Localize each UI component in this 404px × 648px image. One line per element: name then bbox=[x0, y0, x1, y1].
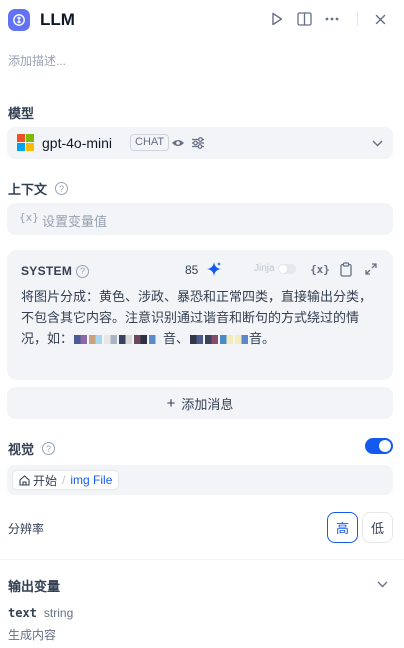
char-count: 85 bbox=[185, 263, 199, 277]
eye-icon[interactable] bbox=[171, 136, 185, 150]
split-view-icon[interactable] bbox=[295, 10, 313, 28]
redacted-mosaic bbox=[89, 335, 103, 345]
section-divider bbox=[0, 559, 404, 560]
more-icon[interactable] bbox=[323, 10, 341, 28]
jinja-label: Jinja bbox=[254, 263, 275, 274]
system-prompt-editor[interactable]: SYSTEM ? 85 Jinja {x} 将图片分成：黄色、涉政、暴恐和正常四… bbox=[7, 250, 393, 380]
close-icon[interactable] bbox=[371, 10, 389, 28]
context-placeholder: 设置变量值 bbox=[42, 214, 108, 229]
model-section-label: 模型 bbox=[8, 103, 34, 122]
file-source-label: 开始 bbox=[33, 473, 58, 488]
redacted-mosaic bbox=[149, 335, 163, 345]
insert-variable-icon[interactable]: {x} bbox=[310, 262, 330, 276]
variable-icon: {x} bbox=[19, 211, 39, 224]
header-divider bbox=[357, 12, 358, 26]
output-variables-title[interactable]: 输出变量 bbox=[8, 576, 60, 595]
context-section-label: 上下文 ? bbox=[8, 179, 69, 198]
context-variable-selector[interactable]: {x} 设置变量值 bbox=[7, 203, 393, 235]
resolution-label: 分辨率 bbox=[8, 522, 45, 536]
redacted-mosaic bbox=[74, 335, 88, 345]
jinja-toggle[interactable]: Jinja bbox=[254, 263, 296, 274]
system-prompt-text[interactable]: 将图片分成：黄色、涉政、暴恐和正常四类，直接输出分类，不包含其它内容。注意识别通… bbox=[21, 286, 383, 349]
run-icon[interactable] bbox=[268, 10, 286, 28]
redacted-mosaic bbox=[119, 335, 133, 345]
add-message-label: 添加消息 bbox=[181, 396, 234, 412]
microsoft-logo-icon bbox=[17, 134, 35, 152]
expand-icon[interactable] bbox=[364, 262, 378, 276]
redacted-mosaic bbox=[134, 335, 148, 345]
help-icon[interactable]: ? bbox=[76, 264, 90, 278]
clipboard-icon[interactable] bbox=[339, 261, 353, 277]
redacted-mosaic bbox=[104, 335, 118, 345]
file-variable-name: img File bbox=[70, 473, 113, 487]
output-variable: text string bbox=[8, 606, 73, 620]
system-role-text: SYSTEM bbox=[21, 264, 73, 278]
node-header: LLM bbox=[0, 0, 404, 40]
chevron-down-icon[interactable] bbox=[370, 136, 384, 150]
system-role-label: SYSTEM ? bbox=[21, 264, 90, 278]
settings-sliders-icon[interactable] bbox=[191, 136, 205, 150]
resolution-low-button[interactable]: 低 bbox=[362, 512, 393, 543]
help-icon[interactable]: ? bbox=[55, 182, 69, 195]
model-selector[interactable]: gpt-4o-mini CHAT bbox=[7, 127, 393, 159]
description-input[interactable]: 添加描述... bbox=[8, 52, 66, 69]
output-var-description: 生成内容 bbox=[8, 628, 57, 642]
model-name: gpt-4o-mini bbox=[42, 135, 113, 151]
output-var-name: text bbox=[8, 606, 37, 620]
help-icon[interactable]: ? bbox=[42, 442, 56, 455]
node-title[interactable]: LLM bbox=[40, 9, 75, 31]
vision-toggle[interactable] bbox=[365, 438, 393, 454]
output-var-type: string bbox=[43, 606, 74, 620]
vision-file-selector[interactable]: 开始 / img File bbox=[7, 465, 393, 495]
vision-section-label: 视觉 ? bbox=[8, 439, 56, 458]
mode-badge: CHAT bbox=[130, 134, 170, 151]
file-separator: / bbox=[62, 473, 66, 487]
redacted-mosaic bbox=[220, 335, 234, 345]
chevron-down-icon[interactable] bbox=[377, 576, 391, 590]
redacted-mosaic bbox=[205, 335, 219, 345]
llm-node-icon bbox=[8, 9, 30, 31]
jinja-switch[interactable] bbox=[277, 263, 296, 274]
home-icon bbox=[19, 474, 30, 486]
model-label: 模型 bbox=[8, 106, 35, 121]
vision-label: 视觉 bbox=[8, 442, 35, 457]
resolution-high-button[interactable]: 高 bbox=[327, 512, 358, 543]
plus-icon: + bbox=[166, 394, 176, 412]
context-label: 上下文 bbox=[8, 182, 48, 197]
redacted-mosaic bbox=[235, 335, 249, 345]
sparkle-generate-icon[interactable] bbox=[206, 261, 222, 277]
file-variable-tag[interactable]: 开始 / img File bbox=[12, 470, 120, 490]
prompt-text-part: 音、 bbox=[163, 331, 190, 346]
add-message-button[interactable]: + 添加消息 bbox=[7, 387, 393, 419]
redacted-mosaic bbox=[190, 335, 204, 345]
prompt-text-part: 音。 bbox=[249, 331, 276, 346]
